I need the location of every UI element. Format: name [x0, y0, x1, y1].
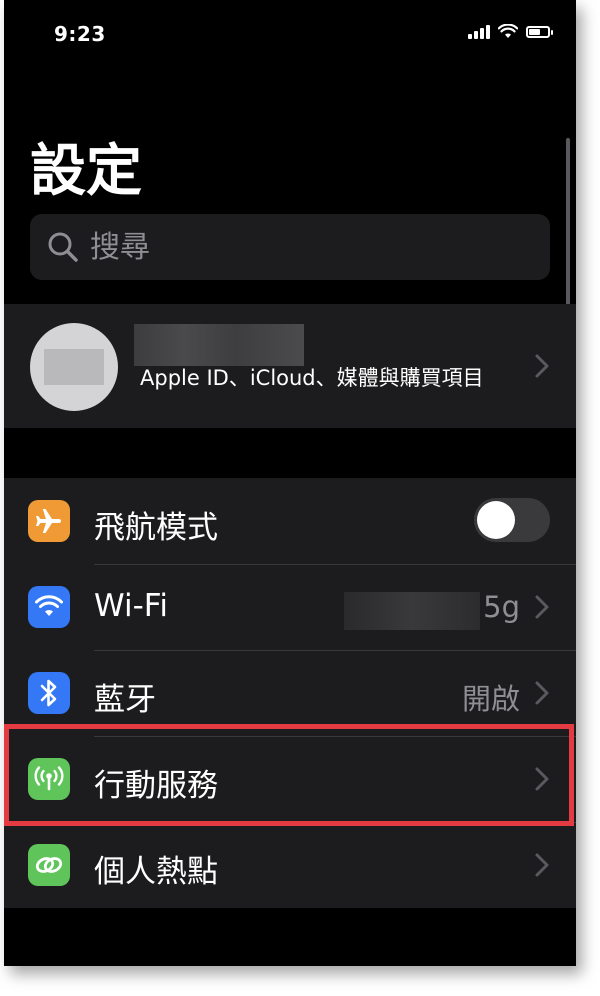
hotspot-link-icon — [28, 844, 70, 886]
page-title: 設定 — [30, 139, 142, 204]
airplane-mode-toggle[interactable] — [474, 498, 550, 542]
profile-subtitle: Apple ID、iCloud、媒體與購買項目 — [140, 366, 484, 390]
status-bar: 9:23 — [4, 0, 576, 60]
cellular-highlight-annotation — [4, 724, 574, 826]
search-bar[interactable] — [30, 214, 550, 280]
settings-row-airplane-mode[interactable]: 飛航模式 — [4, 478, 576, 564]
chevron-right-icon — [535, 853, 549, 877]
battery-icon — [526, 25, 553, 38]
settings-row-label: 藍牙 — [94, 682, 156, 718]
chevron-right-icon — [535, 595, 549, 619]
chevron-right-icon — [535, 681, 549, 705]
wifi-icon — [28, 586, 70, 628]
bluetooth-icon — [28, 672, 70, 714]
search-icon — [48, 232, 78, 262]
bluetooth-status-value: 開啟 — [461, 682, 520, 716]
settings-row-label: 個人熱點 — [94, 854, 218, 890]
wifi-network-name-redacted — [344, 592, 480, 630]
settings-row-label: 飛航模式 — [94, 510, 218, 546]
settings-row-personal-hotspot[interactable]: 個人熱點 — [4, 822, 576, 908]
wifi-status-icon — [498, 24, 518, 38]
airplane-icon — [28, 500, 70, 542]
avatar — [30, 323, 118, 411]
status-icons — [468, 24, 553, 39]
search-input[interactable] — [88, 228, 550, 266]
wifi-network-name-suffix: 5g — [483, 590, 520, 624]
phone-screen: 9:23 設定 Apple ID、iClo — [4, 0, 576, 966]
settings-row-label: Wi-Fi — [94, 588, 168, 624]
settings-list: 飛航模式 Wi-Fi 5g 藍牙 開啟 行動服務 個人熱點 — [4, 478, 576, 908]
profile-name-redacted — [134, 324, 304, 366]
status-time: 9:23 — [54, 22, 106, 46]
cellular-signal-icon — [468, 24, 490, 39]
settings-row-wifi[interactable]: Wi-Fi 5g — [4, 564, 576, 650]
chevron-right-icon — [535, 354, 549, 378]
